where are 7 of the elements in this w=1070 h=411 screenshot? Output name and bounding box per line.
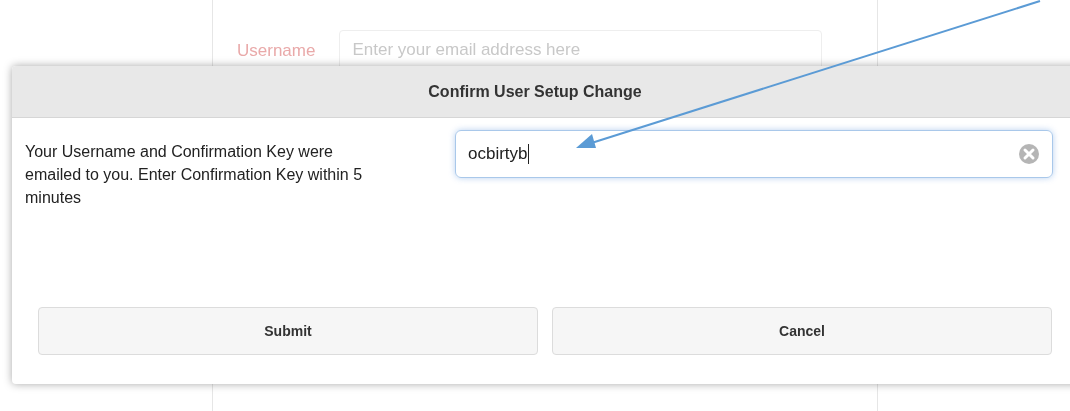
dialog-message: Your Username and Confirmation Key were emailed to you. Enter Confirmation Key within 5 minutes (25, 142, 364, 208)
username-label: Username (237, 40, 316, 62)
dialog-title: Confirm User Setup Change (428, 81, 643, 102)
confirmation-key-field[interactable]: ocbirtyb (455, 130, 1053, 178)
dialog-button[interactable]: Cancel (552, 307, 1052, 355)
dialog-button[interactable]: Submit (38, 307, 538, 355)
clear-icon[interactable] (1018, 143, 1040, 165)
